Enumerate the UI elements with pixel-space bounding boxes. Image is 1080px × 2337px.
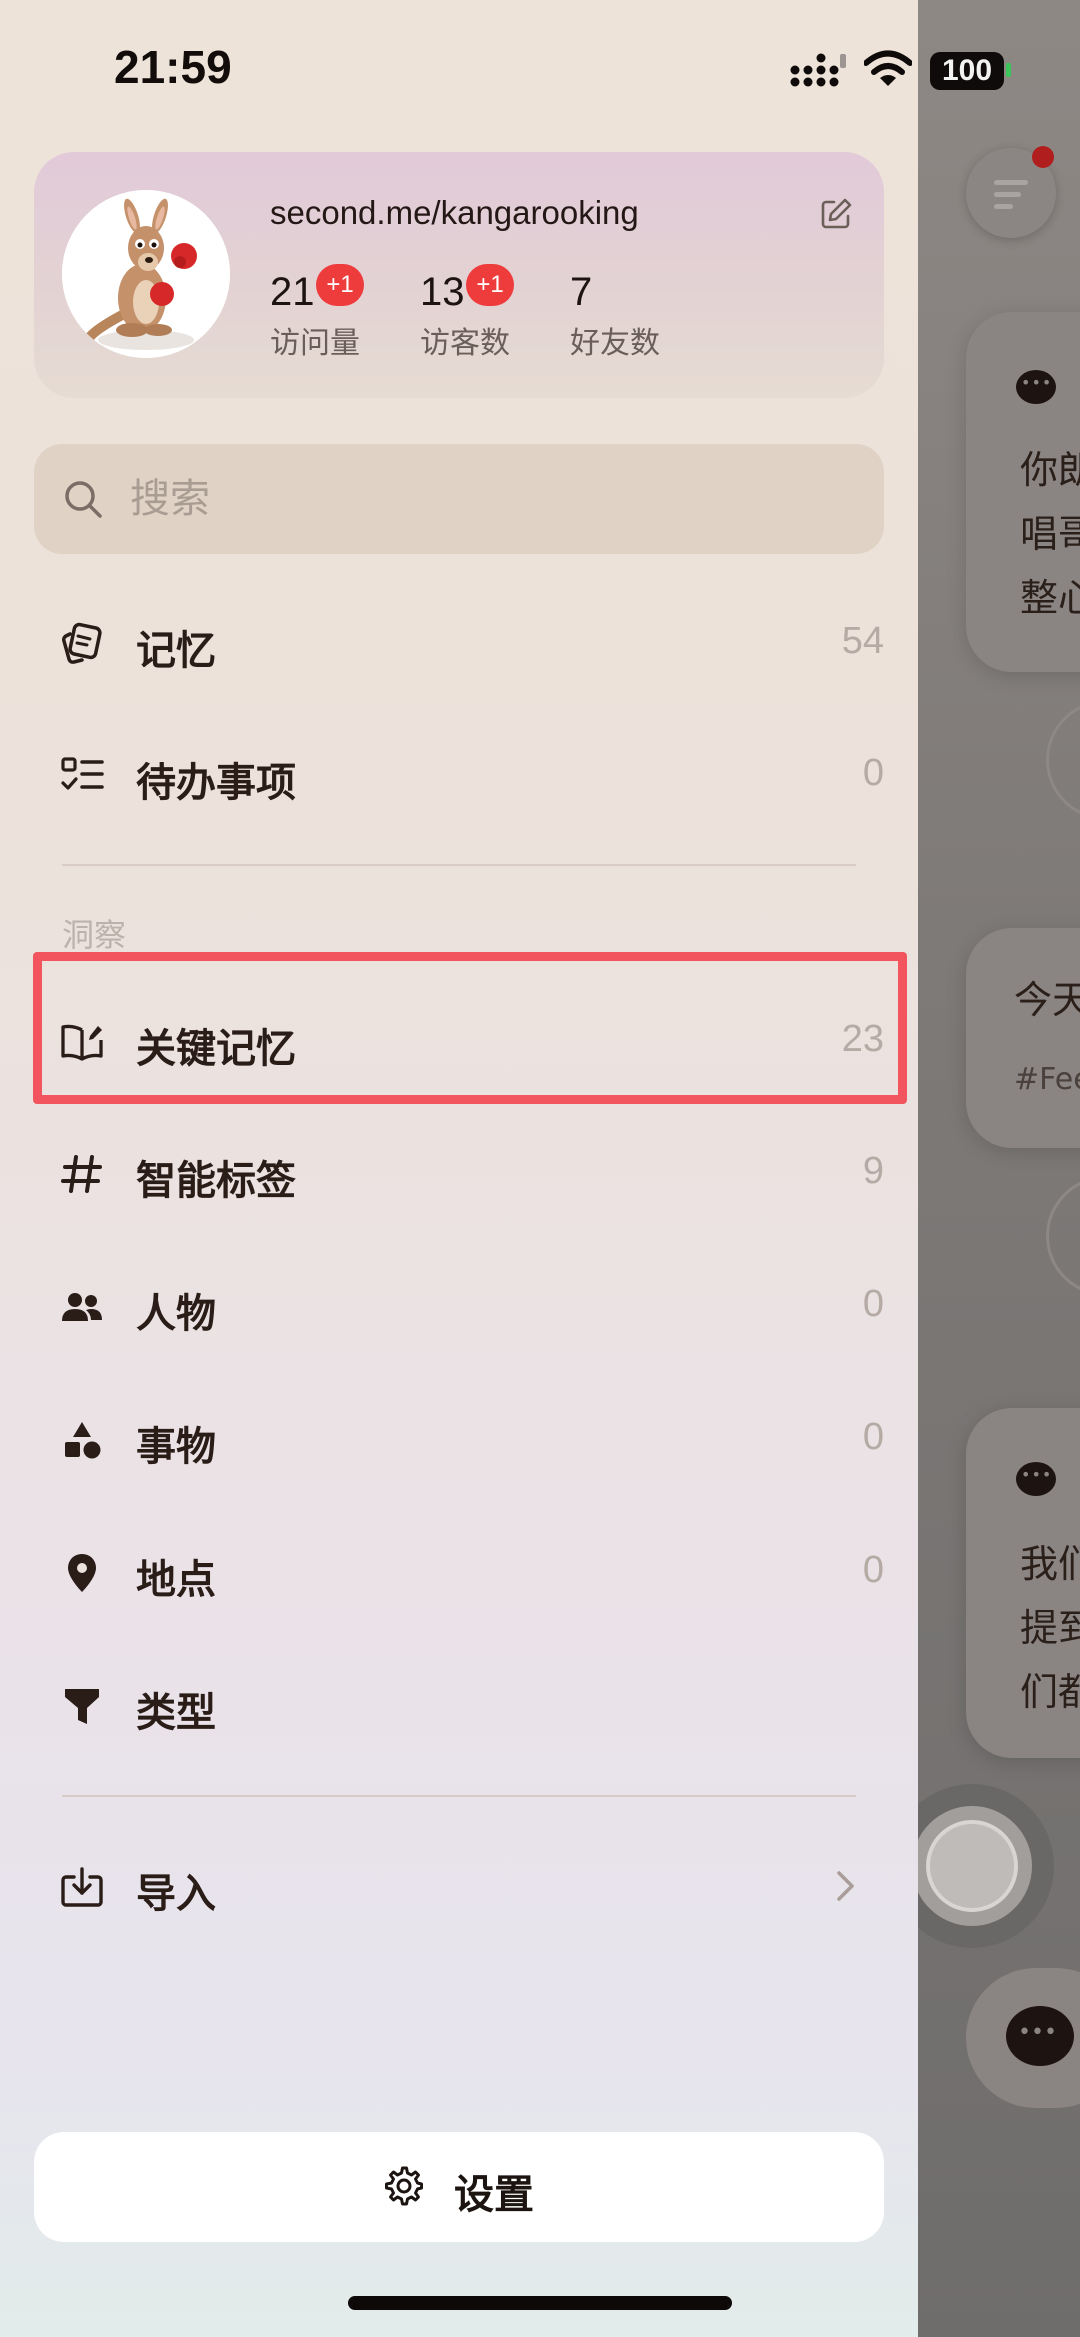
- stat-label: 好友数: [570, 326, 660, 361]
- stat-friends: 7 好友数: [570, 270, 660, 362]
- menu-item-count: 54: [841, 620, 884, 662]
- menu-item-label: 地点: [136, 1557, 216, 1603]
- menu-item-locations[interactable]: 地点 0: [34, 1523, 884, 1623]
- stat-value: 7: [570, 270, 593, 314]
- search-icon: [65, 481, 102, 518]
- todo-list-icon: [61, 757, 104, 790]
- menu-item-label: 关键记忆: [136, 1026, 296, 1072]
- background-card: 我们 提到 们都: [966, 1408, 1080, 1758]
- menu-item-count: 0: [862, 1283, 884, 1325]
- side-drawer: 21:59 second.me/kangarooking 21 +1 访问量 1…: [0, 0, 918, 2337]
- hashtag-icon: [61, 1155, 102, 1193]
- menu-item-label: 待办事项: [136, 760, 296, 806]
- import-icon: [61, 1867, 103, 1907]
- background-card-line: 你朗: [1020, 448, 1080, 492]
- status-time: 21:59: [114, 41, 232, 93]
- background-card-tag: #Fee: [1014, 1062, 1080, 1097]
- stat-label: 访问量: [270, 326, 360, 361]
- menu-item-people[interactable]: 人物 0: [34, 1257, 884, 1357]
- menu-item-count: 0: [862, 1549, 884, 1591]
- menu-item-count: 23: [841, 1018, 884, 1060]
- background-card-line: 我们: [1020, 1542, 1080, 1586]
- chat-bubble-icon: [1016, 370, 1056, 404]
- menu-item-label: 智能标签: [136, 1158, 296, 1204]
- memory-cards-icon: [62, 622, 102, 664]
- background-card-line: 提到: [1020, 1606, 1080, 1650]
- filter-icon: [65, 1689, 99, 1724]
- chat-bubble-icon: [1016, 1462, 1056, 1496]
- people-icon: [62, 1293, 102, 1321]
- section-title-insights: 洞察: [62, 916, 127, 954]
- menu-item-label: 类型: [136, 1690, 216, 1736]
- book-edit-icon: [61, 1024, 103, 1061]
- cellular-signal-icon: [790, 53, 846, 87]
- background-card-line: 整心: [1020, 576, 1080, 620]
- stat-badge: +1: [466, 264, 514, 306]
- stat-visits: 21 +1 访问量: [270, 264, 364, 362]
- divider: [62, 864, 856, 866]
- stat-badge: +1: [316, 264, 364, 306]
- menu-item-types[interactable]: 类型: [34, 1656, 884, 1756]
- edit-icon[interactable]: [818, 196, 854, 232]
- menu-item-things[interactable]: 事物 0: [34, 1390, 884, 1490]
- menu-item-todos[interactable]: 待办事项 0: [34, 726, 884, 826]
- profile-card[interactable]: second.me/kangarooking 21 +1 访问量 13 +1 访…: [34, 152, 884, 398]
- location-pin-icon: [68, 1554, 96, 1592]
- stat-label: 访客数: [420, 326, 510, 361]
- status-bar: 21:59: [0, 0, 918, 140]
- background-card: 今天 #Fee: [966, 928, 1080, 1148]
- settings-button[interactable]: 设置: [34, 2132, 884, 2242]
- menu-item-memories[interactable]: 记忆 54: [34, 594, 884, 694]
- search-input[interactable]: [130, 466, 830, 532]
- background-card: 你朗 唱哥 整心: [966, 312, 1080, 672]
- home-indicator: [348, 2296, 732, 2310]
- menu-item-count: 0: [862, 1416, 884, 1458]
- wifi-icon: [864, 50, 912, 86]
- background-ring: [1046, 700, 1080, 820]
- menu-item-import[interactable]: 导入: [34, 1837, 884, 1937]
- shapes-icon: [65, 1422, 101, 1459]
- search-box[interactable]: [34, 444, 884, 554]
- menu-item-label: 导入: [136, 1871, 216, 1917]
- gear-icon: [385, 2166, 423, 2206]
- avatar[interactable]: [62, 190, 230, 358]
- menu-item-label: 事物: [136, 1424, 216, 1470]
- menu-item-count: 0: [862, 752, 884, 794]
- menu-item-label: 记忆: [136, 628, 216, 674]
- chat-button: [966, 1968, 1080, 2108]
- background-card-line: 们都: [1020, 1670, 1080, 1714]
- divider: [62, 1795, 856, 1797]
- background-card-line: 今天: [1014, 978, 1080, 1022]
- battery-tip: [1006, 63, 1011, 77]
- profile-url[interactable]: second.me/kangarooking: [270, 194, 639, 232]
- notification-dot: [1032, 146, 1054, 168]
- menu-item-key-memories[interactable]: 关键记忆 23: [34, 992, 884, 1092]
- settings-label: 设置: [454, 2172, 534, 2218]
- chat-icon: [1006, 2006, 1074, 2066]
- menu-item-count: 9: [862, 1150, 884, 1192]
- menu-item-smart-tags[interactable]: 智能标签 9: [34, 1124, 884, 1224]
- background-ring: [1046, 1176, 1080, 1296]
- background-card-line: 唱哥: [1020, 512, 1080, 556]
- menu-item-label: 人物: [136, 1291, 216, 1337]
- chevron-right-icon: [837, 1871, 854, 1901]
- battery-icon: 100: [930, 52, 1004, 90]
- stat-visitors: 13 +1 访客数: [420, 264, 514, 362]
